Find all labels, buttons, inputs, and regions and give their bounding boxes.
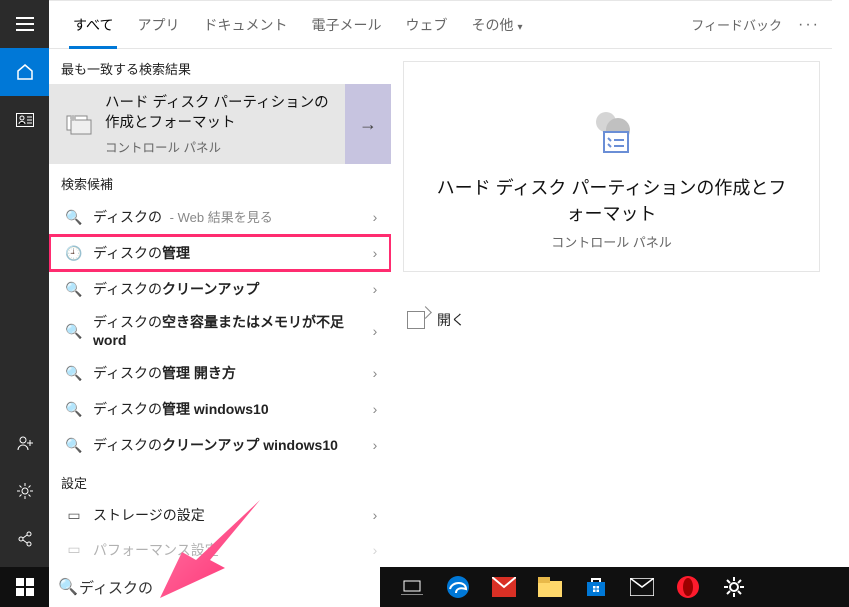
- folder-icon: [538, 577, 562, 597]
- suggestion-disk-cleanup[interactable]: 🔍 ディスクのクリーンアップ ›: [49, 271, 391, 307]
- search-input[interactable]: [79, 579, 372, 596]
- tab-apps[interactable]: アプリ: [125, 1, 191, 49]
- clock-icon: 🕘: [63, 245, 85, 262]
- more-menu-button[interactable]: ···: [798, 16, 820, 34]
- search-icon: 🔍: [63, 401, 85, 418]
- taskbar: 🔍: [0, 567, 849, 607]
- taskview-button[interactable]: [398, 573, 426, 601]
- search-icon: 🔍: [63, 281, 85, 298]
- chevron-right-icon: ›: [363, 507, 387, 523]
- opera-icon: [676, 575, 700, 599]
- tab-web[interactable]: ウェブ: [393, 1, 459, 49]
- search-icon: 🔍: [57, 577, 79, 597]
- detail-subtitle: コントロール パネル: [428, 232, 795, 251]
- tab-documents[interactable]: ドキュメント: [191, 1, 299, 49]
- search-tabs: すべて アプリ ドキュメント 電子メール ウェブ その他▾ フィードバック ··…: [49, 1, 832, 49]
- chevron-right-icon: ›: [363, 281, 387, 297]
- edge-app[interactable]: [444, 573, 472, 601]
- settings-label: パフォーマンス設定: [85, 540, 363, 560]
- store-icon: [585, 576, 607, 598]
- rail-settings-button[interactable]: [0, 467, 49, 515]
- rail-home-button[interactable]: [0, 48, 49, 96]
- settings-app[interactable]: [720, 573, 748, 601]
- suggestion-disk-cleanup-win10[interactable]: 🔍 ディスクのクリーンアップ windows10 ›: [49, 427, 391, 463]
- best-match-header: 最も一致する検索結果: [49, 49, 391, 84]
- suggestion-web-results[interactable]: 🔍 ディスクの - Web 結果を見る ›: [49, 199, 391, 235]
- share-icon: [16, 530, 34, 548]
- search-icon: 🔍: [63, 437, 85, 454]
- suggestions-header: 検索候補: [49, 164, 391, 199]
- detail-title: ハード ディスク パーティションの作成とフォーマット: [428, 174, 795, 226]
- tab-email[interactable]: 電子メール: [299, 1, 393, 49]
- detail-panel: ハード ディスク パーティションの作成とフォーマット コントロール パネル 開く: [391, 49, 832, 567]
- best-match-subtitle: コントロール パネル: [105, 137, 337, 156]
- results-list: 最も一致する検索結果 ハード ディスク パーティションの作成とフォーマット コン…: [49, 49, 391, 567]
- suggestion-label: ディスクの管理: [85, 243, 363, 263]
- search-icon: 🔍: [63, 209, 85, 226]
- home-icon: [16, 63, 34, 81]
- contact-card-icon: [16, 113, 34, 127]
- mail-app[interactable]: [628, 573, 656, 601]
- chevron-right-icon: ›: [363, 365, 387, 381]
- search-icon: 🔍: [63, 365, 85, 382]
- chevron-down-icon: ▾: [517, 22, 522, 33]
- start-button[interactable]: [0, 567, 49, 607]
- settings-label: ストレージの設定: [85, 505, 363, 525]
- search-panel: すべて アプリ ドキュメント 電子メール ウェブ その他▾ フィードバック ··…: [49, 0, 832, 567]
- settings-storage[interactable]: ▭ ストレージの設定 ›: [49, 498, 391, 532]
- mail-icon: [492, 577, 516, 597]
- tab-more[interactable]: その他▾: [459, 1, 534, 49]
- suggestion-label: ディスクのクリーンアップ: [85, 279, 363, 299]
- suggestion-label: ディスクの管理 開き方: [85, 363, 363, 383]
- hamburger-icon: [16, 17, 34, 31]
- drive-icon: ▭: [63, 507, 85, 524]
- settings-performance[interactable]: ▭ パフォーマンス設定 ›: [49, 533, 391, 567]
- taskbar-search-box[interactable]: 🔍: [49, 567, 380, 607]
- search-icon: 🔍: [63, 323, 85, 340]
- mail-red-app[interactable]: [490, 573, 518, 601]
- feedback-link[interactable]: フィードバック: [691, 15, 782, 34]
- cortana-left-rail: [0, 0, 49, 567]
- suggestion-label: ディスクのクリーンアップ windows10: [85, 435, 363, 455]
- chevron-right-icon: ›: [363, 209, 387, 225]
- best-match-title: ハード ディスク パーティションの作成とフォーマット: [105, 93, 337, 133]
- settings-header: 設定: [49, 463, 391, 498]
- suggestion-label: ディスクの空き容量またはメモリが不足 word: [85, 313, 363, 349]
- rail-share-button[interactable]: [0, 515, 49, 563]
- tab-all[interactable]: すべて: [61, 1, 125, 49]
- suggestion-disk-management[interactable]: 🕘 ディスクの管理 ›: [49, 235, 391, 271]
- suggestion-label: ディスクの管理 windows10: [85, 399, 363, 419]
- edge-icon: [446, 575, 470, 599]
- partition-icon: [63, 108, 95, 140]
- chevron-right-icon: ›: [363, 437, 387, 453]
- envelope-icon: [630, 578, 654, 596]
- detail-icon: [428, 102, 795, 162]
- best-match-item[interactable]: ハード ディスク パーティションの作成とフォーマット コントロール パネル →: [49, 84, 391, 164]
- gear-icon: [16, 482, 34, 500]
- person-add-icon: [16, 434, 34, 452]
- chevron-right-icon: ›: [363, 323, 387, 339]
- opera-app[interactable]: [674, 573, 702, 601]
- chevron-right-icon: ›: [363, 401, 387, 417]
- detail-open-label: 開く: [437, 310, 465, 330]
- suggestion-label: ディスクの - Web 結果を見る: [85, 207, 363, 227]
- best-match-expand-button[interactable]: →: [345, 84, 391, 164]
- detail-card: ハード ディスク パーティションの作成とフォーマット コントロール パネル: [403, 61, 820, 272]
- drive-icon: ▭: [63, 541, 85, 558]
- suggestion-disk-management-howto[interactable]: 🔍 ディスクの管理 開き方 ›: [49, 355, 391, 391]
- chevron-right-icon: ›: [363, 245, 387, 261]
- rail-person-button[interactable]: [0, 419, 49, 467]
- rail-contacts-button[interactable]: [0, 96, 49, 144]
- taskview-icon: [401, 579, 423, 595]
- rail-menu-button[interactable]: [0, 0, 49, 48]
- chevron-right-icon: ›: [363, 542, 387, 558]
- windows-logo-icon: [16, 578, 34, 596]
- suggestion-disk-management-win10[interactable]: 🔍 ディスクの管理 windows10 ›: [49, 391, 391, 427]
- open-icon: [407, 311, 425, 329]
- store-app[interactable]: [582, 573, 610, 601]
- gear-icon: [723, 576, 745, 598]
- detail-open-action[interactable]: 開く: [407, 310, 816, 330]
- explorer-app[interactable]: [536, 573, 564, 601]
- suggestion-disk-memory[interactable]: 🔍 ディスクの空き容量またはメモリが不足 word ›: [49, 307, 391, 355]
